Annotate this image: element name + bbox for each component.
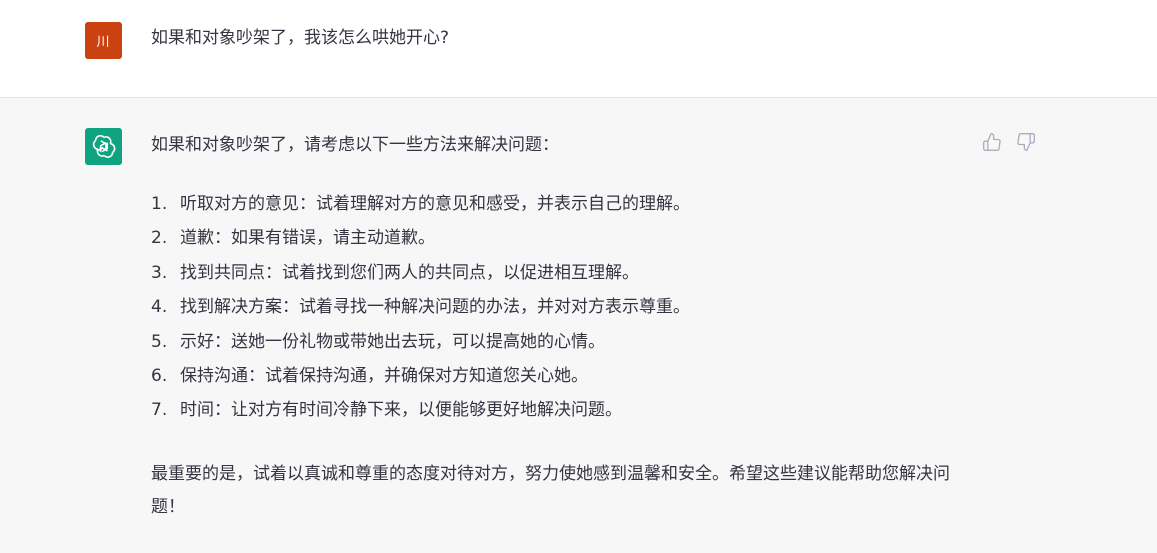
thumbs-down-button[interactable]	[1016, 132, 1036, 152]
thumbs-down-icon	[1017, 133, 1035, 151]
thumbs-up-button[interactable]	[982, 132, 1002, 152]
list-number: 3.	[151, 262, 168, 283]
assistant-message-row: 如果和对象吵架了，请考虑以下一些方法来解决问题： 1. 听取对方的意见：试着理解…	[0, 98, 1157, 553]
list-number: 1.	[151, 194, 168, 214]
list-text: 示好：送她一份礼物或带她出去玩，可以提高她的心情。	[180, 331, 605, 352]
user-message-row: 川 如果和对象吵架了，我该怎么哄她开心?	[0, 0, 1157, 98]
list-item: 5. 示好：送她一份礼物或带她出去玩，可以提高她的心情。	[151, 330, 971, 364]
list-number: 5.	[151, 331, 168, 352]
list-text: 找到共同点：试着找到您们两人的共同点，以促进相互理解。	[180, 262, 639, 283]
thumbs-up-icon	[983, 133, 1001, 151]
list-number: 4.	[151, 297, 168, 318]
list-text: 找到解决方案：试着寻找一种解决问题的办法，并对对方表示尊重。	[180, 297, 690, 318]
list-number: 6.	[151, 365, 168, 386]
list-item: 2. 道歉：如果有错误，请主动道歉。	[151, 226, 971, 260]
list-text: 保持沟通：试着保持沟通，并确保对方知道您关心她。	[180, 365, 588, 386]
list-item: 7. 时间：让对方有时间冷静下来，以便能够更好地解决问题。	[151, 398, 971, 432]
assistant-avatar	[85, 128, 122, 165]
avatar: 川	[85, 22, 122, 59]
list-item: 1. 听取对方的意见：试着理解对方的意见和感受，并表示自己的理解。	[151, 192, 971, 226]
feedback-buttons	[982, 132, 1036, 152]
list-item: 6. 保持沟通：试着保持沟通，并确保对方知道您关心她。	[151, 364, 971, 398]
list-item: 3. 找到共同点：试着找到您们两人的共同点，以促进相互理解。	[151, 261, 971, 295]
list-number: 2.	[151, 228, 168, 249]
user-message: 如果和对象吵架了，我该怎么哄她开心?	[151, 28, 450, 48]
assistant-message: 如果和对象吵架了，请考虑以下一些方法来解决问题： 1. 听取对方的意见：试着理解…	[151, 133, 971, 517]
openai-logo-icon	[92, 134, 115, 158]
list-text: 时间：让对方有时间冷静下来，以便能够更好地解决问题。	[180, 400, 622, 421]
answer-conclusion: 最重要的是，试着以真诚和尊重的态度对待对方，努力使她感到温馨和安全。希望这些建议…	[151, 463, 950, 517]
list-item: 4. 找到解决方案：试着寻找一种解决问题的办法，并对对方表示尊重。	[151, 295, 971, 329]
list-text: 道歉：如果有错误，请主动道歉。	[180, 228, 435, 249]
answer-intro: 如果和对象吵架了，请考虑以下一些方法来解决问题：	[151, 135, 559, 155]
list-text: 听取对方的意见：试着理解对方的意见和感受，并表示自己的理解。	[180, 194, 690, 214]
list-number: 7.	[151, 400, 168, 421]
answer-list: 1. 听取对方的意见：试着理解对方的意见和感受，并表示自己的理解。 2. 道歉：…	[151, 192, 971, 433]
avatar-initial: 川	[96, 35, 111, 50]
